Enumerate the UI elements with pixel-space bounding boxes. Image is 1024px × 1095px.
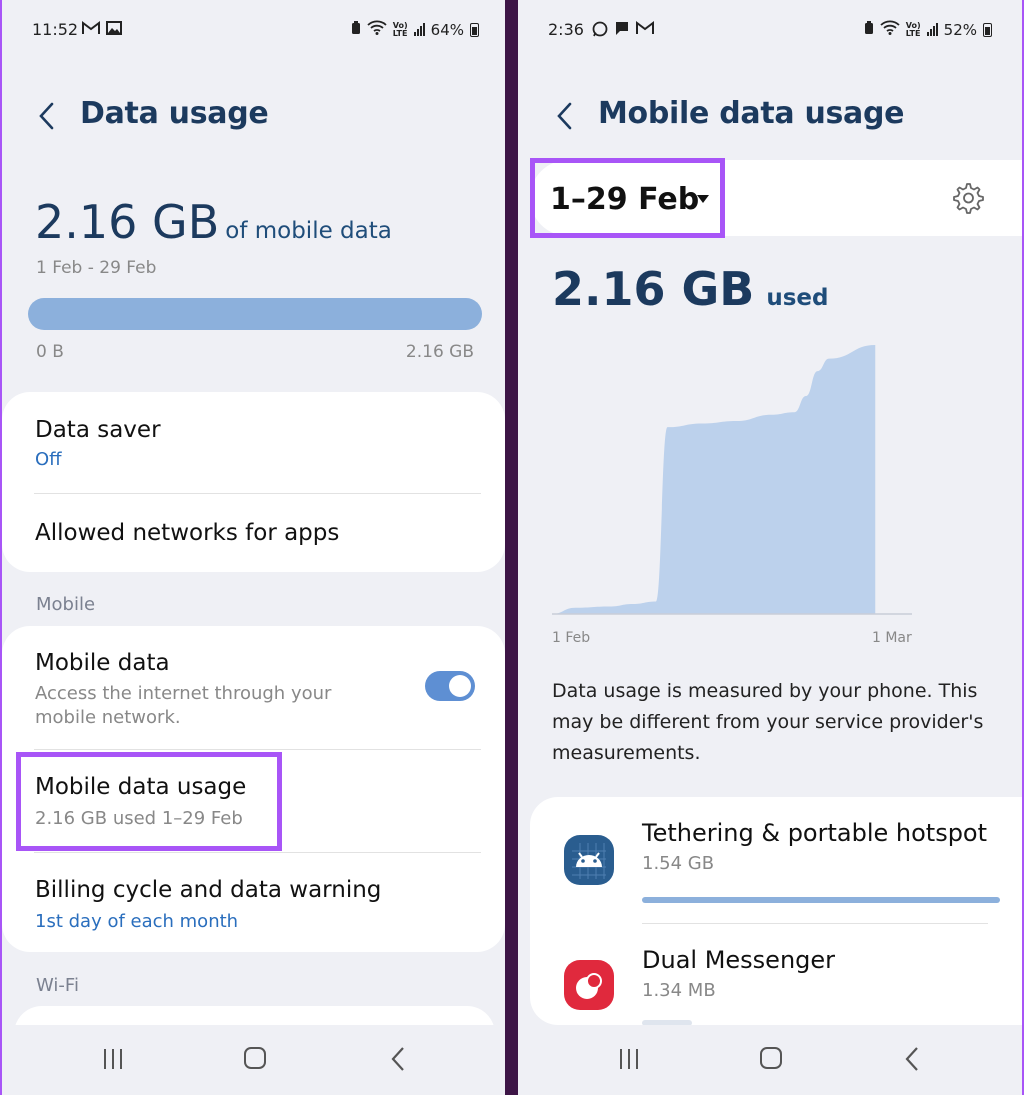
- battery-icon: [470, 22, 479, 37]
- battery-percent: 64%: [430, 20, 464, 39]
- page-title: Data usage: [80, 96, 269, 131]
- usage-unit: of mobile data: [225, 218, 392, 244]
- highlight-box: [530, 158, 725, 238]
- signal-icon: [926, 23, 938, 36]
- panel-divider: [505, 0, 518, 1095]
- mobile-data-title: Mobile data: [35, 650, 170, 676]
- battery-icon: [983, 22, 992, 37]
- status-time: 2:36: [548, 20, 584, 39]
- mobile-data-toggle[interactable]: [425, 671, 475, 701]
- volte-icon: Vo) LTE: [392, 20, 408, 38]
- nav-back-icon[interactable]: [390, 1045, 406, 1073]
- billing-cycle-item[interactable]: Billing cycle and data warning 1st day o…: [2, 853, 505, 952]
- gallery-icon: [106, 21, 122, 39]
- status-bar: 11:52 Vo) LTE 64%: [2, 18, 505, 44]
- status-time: 11:52: [32, 20, 79, 39]
- mobile-data-item[interactable]: Mobile data Access the internet through …: [2, 626, 505, 748]
- app-usage-bar: [642, 897, 1000, 903]
- usage-area-series: [552, 344, 876, 614]
- messages-icon: [614, 21, 630, 40]
- billing-cycle-title: Billing cycle and data warning: [35, 877, 382, 903]
- chart-x-end: 1 Mar: [872, 630, 912, 646]
- apps-card: Tethering & portable hotspot 1.54 GB Dua…: [530, 797, 1022, 1026]
- allowed-networks-title: Allowed networks for apps: [35, 520, 340, 546]
- data-saver-item[interactable]: Data saver Off: [2, 392, 505, 492]
- status-bar: 2:36 Vo) LTE 52%: [518, 18, 1022, 44]
- chart-x-start: 1 Feb: [552, 630, 591, 646]
- app-usage: 1.34 MB: [642, 980, 716, 1001]
- section-wifi: Wi-Fi: [36, 975, 79, 996]
- allowed-networks-item[interactable]: Allowed networks for apps: [2, 494, 505, 572]
- wifi-icon: [367, 20, 387, 39]
- data-saver-title: Data saver: [35, 417, 161, 443]
- usage-range: 1 Feb - 29 Feb: [36, 258, 157, 278]
- used-amount: 2.16 GB: [552, 262, 755, 316]
- status-right-icons: Vo) LTE 64%: [351, 20, 479, 39]
- highlight-box: [16, 752, 282, 851]
- wifi-icon: [880, 20, 900, 39]
- billing-cycle-sub: 1st day of each month: [35, 911, 239, 932]
- whatsapp-icon: [592, 21, 608, 41]
- page-title: Mobile data usage: [598, 96, 905, 131]
- header: Mobile data usage: [518, 96, 1022, 136]
- usage-bar: [28, 298, 482, 330]
- settings-card-1: Data saver Off Allowed networks for apps: [2, 392, 505, 572]
- mobile-data-desc-1: Access the internet through your: [35, 683, 332, 704]
- home-icon[interactable]: [244, 1047, 266, 1069]
- back-icon[interactable]: [36, 100, 58, 132]
- data-saver-status: Off: [35, 449, 62, 470]
- battery-percent: 52%: [943, 20, 977, 39]
- app-row-dual-messenger[interactable]: Dual Messenger 1.34 MB: [530, 924, 1022, 1026]
- left-screen: 11:52 Vo) LTE 64% Data usage 2.16 GB of mo…: [2, 0, 505, 1095]
- battery-saver-icon: [864, 20, 874, 39]
- battery-saver-icon: [351, 20, 361, 39]
- app-name: Tethering & portable hotspot: [642, 819, 988, 847]
- signal-icon: [413, 23, 425, 36]
- home-icon[interactable]: [760, 1047, 782, 1069]
- used-summary: 2.16 GB used: [552, 262, 828, 316]
- recents-icon[interactable]: [620, 1049, 638, 1069]
- dual-messenger-icon: [564, 960, 614, 1010]
- usage-bar-min: 0 B: [36, 342, 64, 362]
- back-icon[interactable]: [554, 100, 576, 132]
- nav-back-icon[interactable]: [904, 1045, 920, 1073]
- status-right-icons: Vo) LTE 52%: [864, 20, 992, 39]
- recents-icon[interactable]: [104, 1049, 122, 1069]
- navigation-bar: [2, 1025, 505, 1095]
- used-unit: used: [766, 285, 829, 311]
- gear-icon[interactable]: [950, 181, 984, 215]
- gmail-icon: [82, 21, 100, 39]
- android-icon: [564, 835, 614, 885]
- section-mobile: Mobile: [36, 594, 96, 615]
- usage-bar-max: 2.16 GB: [405, 342, 474, 362]
- volte-icon: Vo) LTE: [905, 20, 921, 38]
- app-row-tethering[interactable]: Tethering & portable hotspot 1.54 GB: [530, 797, 1022, 922]
- app-name: Dual Messenger: [642, 946, 836, 974]
- gmail-icon: [636, 21, 654, 39]
- header: Data usage: [2, 96, 505, 136]
- navigation-bar: [518, 1025, 1022, 1095]
- app-usage: 1.54 GB: [642, 853, 715, 874]
- right-screen: 2:36 Vo) LTE 52% Mobile data usage 1–29 F…: [518, 0, 1022, 1095]
- usage-chart: [552, 344, 912, 615]
- usage-amount: 2.16 GB: [35, 195, 220, 249]
- mobile-data-desc-2: mobile network.: [35, 707, 181, 728]
- usage-summary: 2.16 GB of mobile data: [35, 195, 392, 249]
- measurement-note: Data usage is measured by your phone. Th…: [552, 680, 984, 764]
